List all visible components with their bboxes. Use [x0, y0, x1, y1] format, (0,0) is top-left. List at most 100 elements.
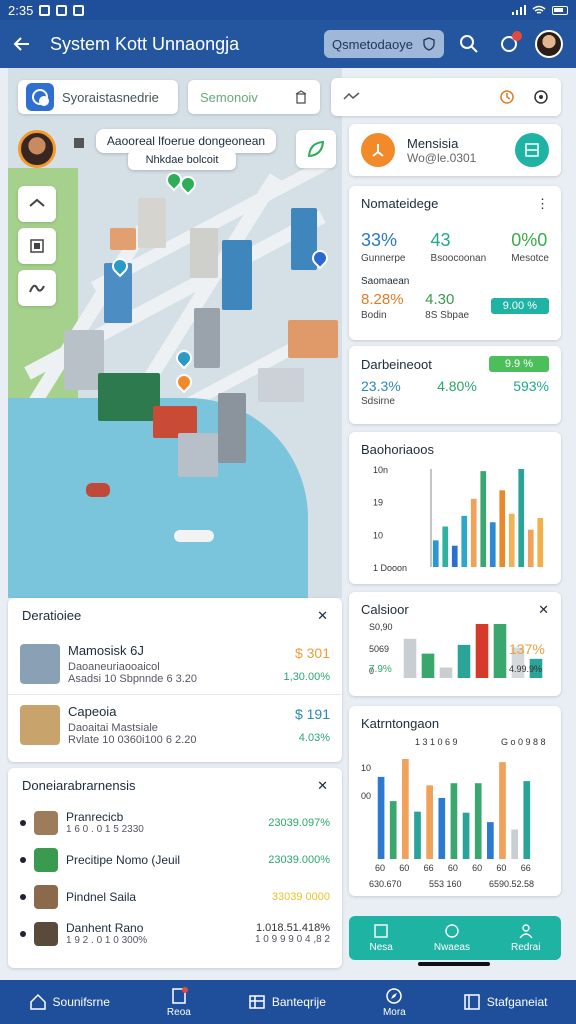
list-item-value: 23039.000% [268, 853, 330, 866]
map-search-bar[interactable]: Syoraistasnedrie [18, 80, 178, 114]
battery-icon [552, 5, 568, 15]
building [288, 320, 338, 358]
chart-card-3: Katrntongaon 1 3 1 0 6 9 G o 0 9 8 8 10 00 6… [349, 706, 561, 896]
stat-value: 43 [430, 230, 451, 250]
list-item[interactable]: Precitipe Nomo (Jeuil 23039.000% [8, 841, 342, 878]
route-icon[interactable] [343, 91, 361, 103]
directions-button[interactable] [18, 270, 56, 306]
list-item-title: Precitipe Nomo (Jeuil [66, 852, 181, 867]
list-item-values: 33039 0000 [272, 891, 330, 903]
target-icon[interactable] [533, 89, 549, 105]
list-item-value: 23039.097% [268, 816, 330, 829]
notifications-button[interactable] [494, 29, 524, 59]
metric-header-text: Mensisia Wo@le.0301 [407, 136, 476, 165]
stat-value: 33% [361, 230, 398, 250]
bullet-icon [20, 930, 26, 937]
bar [493, 624, 507, 678]
close-icon[interactable]: ✕ [538, 602, 549, 618]
chart1-title: Baohoriaoos [361, 442, 434, 457]
tab-2-label: Nwaeas [433, 942, 470, 953]
list-item[interactable]: Pindnel Saila 33039 0000 [8, 878, 342, 915]
more-icon[interactable]: ⋮ [536, 196, 549, 212]
list-item-value: 1.018.51.418% [255, 922, 330, 934]
map-mode-button[interactable] [296, 130, 336, 168]
map-pin[interactable] [172, 346, 196, 370]
bookmark-button[interactable] [18, 228, 56, 264]
nav-home-label: Sounifsrne [52, 995, 110, 1009]
nav-settings[interactable]: Stafganeiat [463, 993, 547, 1011]
bookmark-icon [30, 239, 44, 253]
bar [377, 776, 385, 859]
nav-analytics[interactable]: Banteqrije [248, 993, 326, 1011]
map-pin[interactable] [172, 370, 196, 394]
stat-value: 4.80% [437, 378, 477, 394]
list-item-sub: 1 6 0 . 0 1 5 2330 [66, 824, 144, 835]
y-tick-label: 10n [373, 465, 388, 475]
tab-3[interactable]: Redrai [511, 923, 540, 953]
x-tick-label: 60 [399, 863, 409, 873]
building [258, 368, 304, 402]
list-item[interactable]: Pranrecicb 1 6 0 . 0 1 5 2330 23039.097% [8, 804, 342, 841]
media-icon [73, 4, 85, 16]
detail-thumbnail [20, 704, 60, 745]
detail-sub1: Daoaneuriaooaicol [68, 661, 160, 673]
nav-map[interactable]: Mora [383, 987, 406, 1018]
detail-row[interactable]: Capeoia Daoaitai Mastsiale Rvlate 10 0360i… [8, 694, 342, 754]
list-item-title: Danhent Rano [66, 921, 144, 935]
tab-2[interactable]: Nwaeas [434, 923, 470, 953]
chart2-value-right: 137% [509, 641, 545, 657]
bar [511, 829, 518, 859]
y-tick-label: 10 [373, 530, 383, 540]
document-icon [172, 986, 188, 1004]
list-title: Doneiarabrarnensis [22, 778, 136, 793]
app-notification-icon [56, 4, 68, 16]
detail-title: Mamosisk 6J [68, 643, 144, 658]
list-item-title: Pindnel Saila [66, 889, 137, 904]
app-search-chip[interactable]: Qsmetodaoye [324, 30, 444, 58]
side-bottom-tabs: Nesa Nwaeas Redrai [349, 916, 561, 960]
search-button[interactable] [454, 29, 484, 59]
map-tooltip-sub: Nhkdae bolcoit [128, 150, 236, 170]
boat [86, 483, 110, 497]
map-filter-bar[interactable]: Semonoiv [188, 80, 320, 114]
list-info: Pranrecicb 1 6 0 . 0 1 5 2330 [66, 810, 268, 835]
nav-analytics-label: Banteqrije [271, 995, 326, 1009]
nav-map-label: Mora [382, 1006, 406, 1018]
tab-1[interactable]: Nesa [370, 923, 393, 953]
y-tick-label: 1 Dooon [373, 563, 407, 573]
table-icon [249, 995, 265, 1009]
close-icon[interactable]: ✕ [317, 778, 328, 794]
user-icon [519, 924, 533, 939]
bar [537, 518, 544, 567]
back-arrow-icon[interactable] [12, 34, 32, 54]
nav-home[interactable]: Sounifsrne [29, 993, 110, 1011]
app-bar: System Kott Unnaongja Qsmetodaoye [0, 20, 576, 68]
locate-button[interactable] [26, 83, 54, 111]
list-item-sub: 1 9 2 . 0 1 0 300% [66, 935, 148, 946]
metric-title: Mensisia [407, 135, 459, 151]
list-thumbnail [34, 847, 58, 872]
metric-header-card[interactable]: Mensisia Wo@le.0301 [349, 124, 561, 176]
stat-label: Bodin [361, 310, 387, 321]
pin-marker-icon [74, 138, 84, 148]
profile-button[interactable] [534, 29, 564, 59]
list-item[interactable]: Danhent Rano 1 9 2 . 0 1 0 300% 1.018.51.4… [8, 915, 342, 952]
stat-item: 33% Gunnerpe [361, 230, 405, 264]
metric-action-button[interactable] [515, 133, 549, 167]
chart3-top-label: 1 3 1 0 6 9 [415, 737, 458, 747]
map-user-avatar[interactable] [18, 130, 56, 168]
close-icon[interactable]: ✕ [317, 608, 328, 624]
stat-item: 0%0 Mesotce [511, 230, 549, 264]
nav-reports[interactable]: Reoa [167, 986, 191, 1018]
stats1-row: 33% Gunnerpe 43 Bsoocoonan 0%0 Mesotce [361, 230, 549, 264]
clock-icon[interactable] [499, 89, 515, 105]
stat-value: 23.3% [361, 378, 401, 394]
stat-item: 4.30 8S Sbpae [425, 291, 469, 321]
detail-row[interactable]: Mamosisk 6J Daoaneuriaooaicol Asadsi 10 Sb… [8, 634, 342, 694]
layers-button[interactable] [18, 186, 56, 222]
detail-change: 1,30.00% [283, 671, 330, 683]
detail-values: $ 191 4.03% [295, 706, 330, 744]
list-thumbnail [34, 810, 58, 835]
stat-label: 8S Sbpae [425, 310, 470, 321]
list-thumbnail [34, 921, 58, 946]
